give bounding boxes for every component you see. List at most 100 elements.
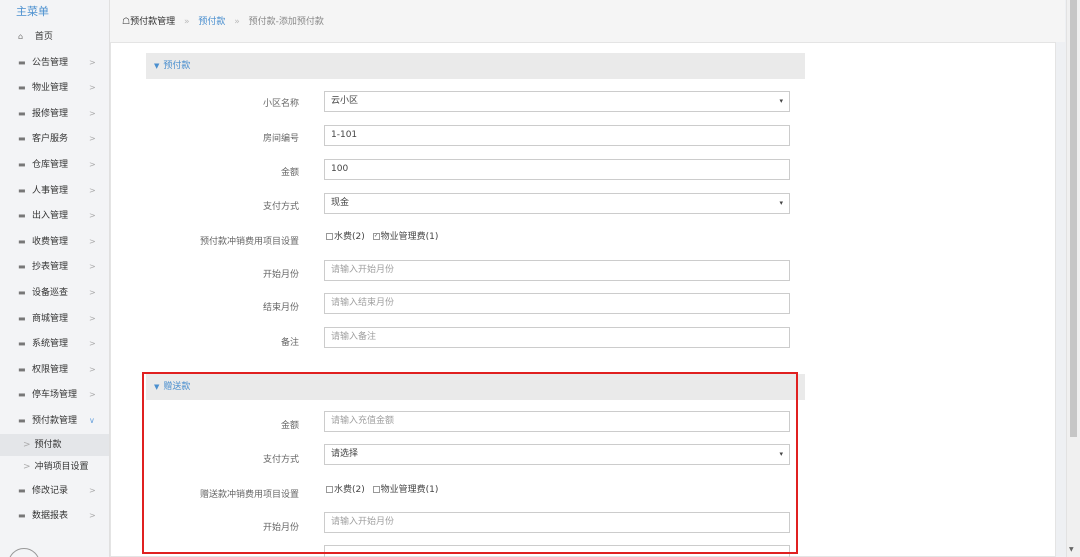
sidebar-item-label: 收费管理 bbox=[32, 236, 69, 247]
breadcrumb-link[interactable]: 预付款 bbox=[198, 17, 225, 27]
sidebar-item[interactable]: ▬ 权限管理 > bbox=[0, 357, 109, 383]
remark-input[interactable]: 请输入备注 bbox=[324, 327, 790, 348]
caret-down-icon: ▼ bbox=[154, 62, 160, 70]
water-fee-checkbox[interactable] bbox=[326, 486, 333, 493]
gift-start-month-input[interactable]: 请输入开始月份 bbox=[324, 512, 790, 533]
offset-checkboxes: 水费(2) ✓ 物业管理费(1) bbox=[324, 229, 438, 242]
chevron-right-icon: > bbox=[89, 185, 96, 195]
sidebar-item[interactable]: ▬ 系统管理 > bbox=[0, 331, 109, 357]
payment-select[interactable]: 现金 ▾ bbox=[324, 193, 790, 214]
room-input[interactable]: 1-101 bbox=[324, 125, 790, 146]
section-header-gift[interactable]: ▼ 赠送款 bbox=[146, 374, 805, 400]
sidebar-item[interactable]: ▬ 商城管理 > bbox=[0, 306, 109, 332]
sidebar-item-label: 商城管理 bbox=[32, 313, 69, 324]
sidebar-item-label: 冲销项目设置 bbox=[34, 461, 89, 472]
home-icon: ☖ bbox=[122, 17, 131, 27]
chevron-right-icon: > bbox=[89, 57, 96, 67]
sidebar-item[interactable]: ▬ 修改记录 > bbox=[0, 478, 109, 504]
property-fee-label: 物业管理费(1) bbox=[380, 232, 439, 242]
chevron-right-icon: > bbox=[89, 159, 96, 169]
property-fee-label: 物业管理费(1) bbox=[380, 485, 439, 495]
sidebar-item[interactable]: ▬ 报修管理 > bbox=[0, 101, 109, 127]
gift-amount-input[interactable]: 请输入充值金额 bbox=[324, 411, 790, 432]
sidebar-item-label: 物业管理 bbox=[32, 83, 69, 94]
folder-icon: ▬ bbox=[18, 313, 26, 323]
sidebar-item-home[interactable]: ⌂ 首页 bbox=[0, 24, 109, 50]
chevron-right-icon: > bbox=[23, 439, 31, 450]
chevron-down-icon: ▾ bbox=[779, 97, 783, 105]
end-month-label: 结束月份 bbox=[262, 303, 299, 313]
folder-icon: ▬ bbox=[18, 415, 26, 425]
sidebar-item[interactable]: ▬ 人事管理 > bbox=[0, 178, 109, 204]
folder-icon: ▬ bbox=[18, 83, 26, 93]
folder-icon: ▬ bbox=[18, 185, 26, 195]
sidebar-item[interactable]: ▬ 预付款管理 ∨ bbox=[0, 408, 109, 434]
chevron-right-icon: > bbox=[89, 364, 96, 374]
sidebar-collapse-button[interactable] bbox=[8, 548, 40, 557]
property-fee-checkbox[interactable] bbox=[372, 486, 380, 493]
sidebar-item[interactable]: ▬ 客户服务 > bbox=[0, 126, 109, 152]
sidebar-item[interactable]: ▬ 停车场管理 > bbox=[0, 382, 109, 408]
home-icon: ⌂ bbox=[18, 32, 24, 41]
gift-offset-checkboxes: 水费(2) 物业管理费(1) bbox=[324, 482, 438, 495]
folder-icon: ▬ bbox=[18, 134, 26, 144]
breadcrumb-current: 预付款-添加预付款 bbox=[248, 17, 324, 27]
sidebar-item-label: 数据报表 bbox=[32, 511, 69, 522]
community-select[interactable]: 云小区 ▾ bbox=[324, 91, 790, 112]
sidebar: 主菜单 ⌂ 首页 ▬ 公告管理 > ▬ 物业管理 > ▬ 报修管理 > ▬ 客户服务 > ▬ 仓库管理 > ▬… bbox=[0, 0, 110, 557]
chevron-right-icon: > bbox=[89, 485, 96, 495]
sidebar-item-label: 设备巡查 bbox=[32, 287, 69, 298]
sidebar-item-label: 停车场管理 bbox=[32, 390, 78, 401]
sidebar-item-label: 仓库管理 bbox=[32, 159, 69, 170]
sidebar-item[interactable]: ▬ 数据报表 > bbox=[0, 503, 109, 529]
gift-payment-select[interactable]: 请选择 ▾ bbox=[324, 444, 790, 465]
sidebar-item[interactable]: > 冲销项目设置 bbox=[0, 456, 109, 478]
chevron-down-icon: ▾ bbox=[779, 199, 783, 207]
sidebar-item[interactable]: ▬ 收费管理 > bbox=[0, 229, 109, 255]
gift-offset-label: 赠送款冲销费用项目设置 bbox=[199, 490, 299, 500]
folder-icon: ▬ bbox=[18, 108, 26, 118]
chevron-right-icon: > bbox=[23, 461, 31, 472]
sidebar-item[interactable]: > 预付款 bbox=[0, 433, 109, 456]
start-month-input[interactable]: 请输入开始月份 bbox=[324, 260, 790, 281]
scroll-down-icon[interactable]: ▼ bbox=[1069, 546, 1074, 553]
property-fee-checkbox[interactable]: ✓ bbox=[372, 233, 380, 240]
sidebar-item-label: 报修管理 bbox=[32, 108, 69, 119]
end-month-input[interactable]: 请输入结束月份 bbox=[324, 293, 790, 314]
folder-icon: ▬ bbox=[18, 364, 26, 374]
folder-icon: ▬ bbox=[18, 236, 26, 246]
remark-label: 备注 bbox=[280, 338, 299, 348]
gift-end-month-input[interactable] bbox=[324, 545, 790, 557]
start-month-label: 开始月份 bbox=[262, 270, 299, 280]
folder-icon: ▬ bbox=[18, 511, 26, 521]
chevron-right-icon: > bbox=[89, 211, 96, 221]
breadcrumb-home[interactable]: 预付款管理 bbox=[130, 17, 175, 27]
folder-icon: ▬ bbox=[18, 211, 26, 221]
gift-payment-label: 支付方式 bbox=[262, 455, 299, 465]
section-header-prepay[interactable]: ▼ 预付款 bbox=[146, 53, 805, 79]
sidebar-item-label: 公告管理 bbox=[32, 57, 69, 68]
caret-down-icon: ▼ bbox=[154, 383, 160, 391]
folder-icon: ▬ bbox=[18, 159, 26, 169]
sidebar-item-label: 预付款管理 bbox=[32, 415, 78, 426]
community-value: 云小区 bbox=[331, 96, 359, 106]
water-fee-checkbox[interactable] bbox=[326, 233, 333, 240]
breadcrumb: ☖预付款管理 » 预付款 » 预付款-添加预付款 bbox=[110, 0, 1065, 42]
sidebar-item-label: 首页 bbox=[34, 32, 53, 42]
scrollbar-thumb[interactable] bbox=[1070, 0, 1077, 437]
amount-input[interactable]: 100 bbox=[324, 159, 790, 180]
sidebar-item-label: 预付款 bbox=[34, 439, 62, 450]
breadcrumb-separator: » bbox=[183, 17, 190, 27]
chevron-right-icon: > bbox=[89, 339, 96, 349]
folder-icon: ▬ bbox=[18, 57, 26, 67]
scrollbar[interactable]: ▼ bbox=[1066, 0, 1080, 557]
sidebar-item[interactable]: ▬ 公告管理 > bbox=[0, 50, 109, 76]
room-label: 房间编号 bbox=[262, 134, 299, 144]
sidebar-item-label: 出入管理 bbox=[32, 211, 69, 222]
sidebar-item[interactable]: ▬ 设备巡查 > bbox=[0, 280, 109, 306]
chevron-right-icon: > bbox=[89, 390, 96, 400]
sidebar-item[interactable]: ▬ 抄表管理 > bbox=[0, 254, 109, 280]
sidebar-item[interactable]: ▬ 出入管理 > bbox=[0, 203, 109, 229]
sidebar-item[interactable]: ▬ 物业管理 > bbox=[0, 75, 109, 101]
sidebar-item[interactable]: ▬ 仓库管理 > bbox=[0, 152, 109, 178]
